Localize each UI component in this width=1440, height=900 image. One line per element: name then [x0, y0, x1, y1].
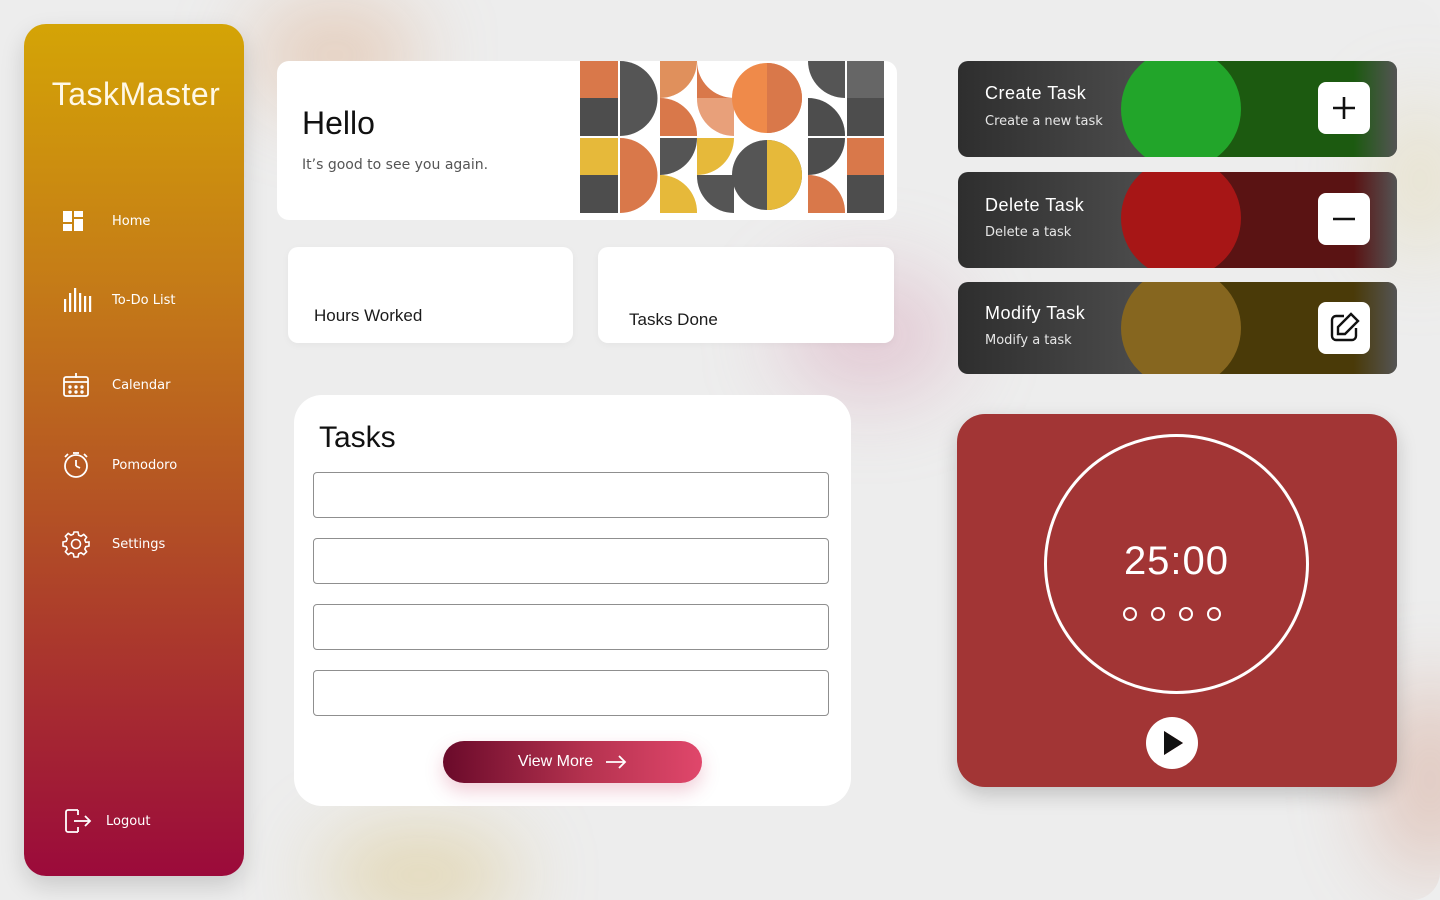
tasks-done-label: Tasks Done [629, 310, 718, 329]
stopwatch-icon [62, 448, 96, 482]
sidebar-item-home[interactable]: Home [62, 204, 150, 238]
modify-task-title: Modify Task [985, 303, 1086, 323]
background-blur [320, 830, 520, 900]
gear-icon [62, 527, 96, 561]
play-icon [1164, 731, 1183, 755]
modify-task-button[interactable] [1318, 302, 1370, 354]
sidebar-item-label: Home [112, 213, 151, 229]
sidebar-item-settings[interactable]: Settings [62, 527, 165, 561]
card-accent-circle [1121, 61, 1241, 157]
view-more-label: View More [517, 753, 594, 770]
session-dot [1151, 607, 1165, 621]
greeting-title: Hello [302, 105, 375, 141]
modify-task-subtitle: Modify a task [985, 333, 1072, 348]
create-task-title: Create Task [985, 83, 1087, 103]
pomodoro-timer-card: 25:00 [957, 414, 1397, 787]
session-dot [1179, 607, 1193, 621]
calendar-icon [62, 368, 96, 402]
view-more-button[interactable]: View More [443, 741, 702, 783]
tasks-card: Tasks View More [294, 395, 851, 806]
create-task-button[interactable] [1318, 82, 1370, 134]
sidebar-item-label: Pomodoro [112, 457, 178, 473]
card-accent-circle [1121, 282, 1241, 374]
session-dot [1123, 607, 1137, 621]
logout-button[interactable]: Logout [62, 804, 151, 838]
logout-icon [62, 804, 96, 838]
app-window: TaskMaster Home To-Do List Calendar Pomo… [0, 0, 1440, 900]
timer-display: 25:00 [1123, 539, 1230, 583]
sidebar-item-label: To-Do List [112, 292, 176, 308]
session-dot [1207, 607, 1221, 621]
sidebar-item-label: Settings [112, 536, 166, 552]
edit-icon [1330, 312, 1360, 342]
arrow-right-icon [606, 755, 627, 769]
task-input-2[interactable] [313, 538, 829, 584]
greeting-card: Hello It’s good to see you again. [277, 61, 897, 220]
geometric-pattern-illustration [580, 61, 884, 213]
list-bars-icon [62, 283, 96, 317]
sidebar: TaskMaster Home To-Do List Calendar Pomo… [24, 24, 244, 876]
card-accent-circle [1121, 172, 1241, 268]
create-task-card: Create Task Create a new task [958, 61, 1397, 157]
minus-icon [1333, 217, 1355, 221]
sidebar-item-pomodoro[interactable]: Pomodoro [62, 448, 177, 482]
hours-worked-label: Hours Worked [314, 306, 423, 325]
delete-task-button[interactable] [1318, 193, 1370, 245]
play-button[interactable] [1146, 717, 1198, 769]
dashboard-icon [62, 204, 96, 238]
plus-icon [1333, 97, 1355, 119]
tasks-done-card: Tasks Done [598, 247, 894, 343]
task-input-3[interactable] [313, 604, 829, 650]
delete-task-card: Delete Task Delete a task [958, 172, 1397, 268]
logout-label: Logout [106, 813, 151, 829]
sidebar-item-todo[interactable]: To-Do List [62, 283, 175, 317]
session-dots [1123, 607, 1221, 621]
create-task-subtitle: Create a new task [985, 114, 1103, 129]
tasks-title: Tasks [319, 421, 396, 454]
modify-task-card: Modify Task Modify a task [958, 282, 1397, 374]
sidebar-item-label: Calendar [112, 377, 171, 393]
sidebar-item-calendar[interactable]: Calendar [62, 368, 170, 402]
task-input-1[interactable] [313, 472, 829, 518]
delete-task-subtitle: Delete a task [985, 225, 1072, 240]
task-input-4[interactable] [313, 670, 829, 716]
delete-task-title: Delete Task [985, 195, 1085, 215]
greeting-subtitle: It’s good to see you again. [302, 157, 489, 173]
hours-worked-card: Hours Worked [288, 247, 573, 343]
app-logo: TaskMaster [51, 76, 221, 112]
